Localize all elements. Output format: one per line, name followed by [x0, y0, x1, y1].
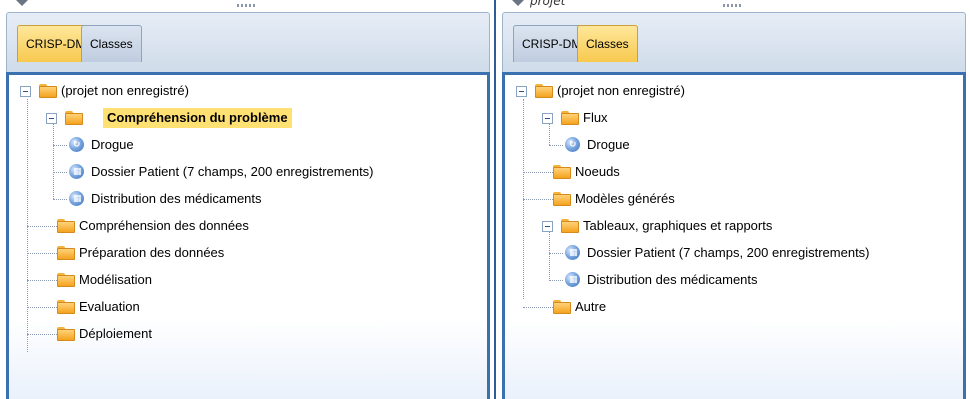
- tree-node-label: Distribution des médicaments: [91, 191, 262, 206]
- table-output-icon: ▦: [69, 191, 84, 206]
- stream-node-icon: ↻: [565, 137, 580, 152]
- tree-connector: [549, 280, 563, 281]
- tab-bar: CRISP-DM Classes: [502, 12, 966, 73]
- tree-connector: [53, 145, 67, 146]
- tree-connector: [53, 199, 67, 200]
- tree-node-label: Dossier Patient (7 champs, 200 enregistr…: [91, 164, 374, 179]
- tree-connector: [27, 280, 57, 281]
- tree-connector: [549, 145, 563, 146]
- folder-icon: [553, 165, 571, 179]
- tree-connector: [53, 119, 54, 199]
- drag-handle-icon[interactable]: [723, 4, 743, 7]
- project-tree: (projet non enregistré) Compréhension du…: [6, 72, 490, 399]
- table-output-icon: ▦: [565, 272, 580, 287]
- tree-node-label: Dossier Patient (7 champs, 200 enregistr…: [587, 245, 870, 260]
- collapse-icon[interactable]: [542, 113, 553, 124]
- tab-classes[interactable]: Classes: [577, 25, 638, 62]
- classes-tree: (projet non enregistré) Flux ↻ Drogue No…: [502, 72, 966, 399]
- tree-connector: [523, 307, 553, 308]
- tree-node-label: Noeuds: [575, 164, 620, 179]
- table-output-icon: ▦: [565, 245, 580, 260]
- tree-node-label: Déploiement: [79, 326, 152, 341]
- tree-node-label: Drogue: [587, 137, 630, 152]
- project-folder-icon: [39, 84, 57, 98]
- tree-connector: [523, 172, 553, 173]
- tree-connector: [27, 334, 57, 335]
- tree-connector: [549, 253, 563, 254]
- tree-node-label: (projet non enregistré): [61, 83, 189, 98]
- folder-icon: [57, 327, 75, 341]
- stream-node-icon: ↻: [69, 137, 84, 152]
- tree-connector: [27, 226, 57, 227]
- collapse-arrow-icon[interactable]: [512, 0, 524, 6]
- folder-icon: [57, 300, 75, 314]
- collapse-icon[interactable]: [20, 86, 31, 97]
- pane-resize-grip[interactable]: [0, 0, 494, 12]
- folder-icon: [57, 219, 75, 233]
- tree-connector: [549, 227, 550, 281]
- project-folder-icon: [535, 84, 553, 98]
- folder-icon: [65, 111, 83, 125]
- collapse-icon[interactable]: [542, 221, 553, 232]
- pane-resize-grip[interactable]: projet: [496, 0, 970, 12]
- tree-node-label: Flux: [583, 110, 608, 125]
- tab-classes[interactable]: Classes: [81, 25, 142, 62]
- tree-connector: [523, 199, 553, 200]
- classes-pane: projet CRISP-DM Classes (projet non enre…: [496, 0, 970, 399]
- tree-node-label: (projet non enregistré): [557, 83, 685, 98]
- pane-splitter[interactable]: [494, 0, 496, 399]
- tree-node-label: Distribution des médicaments: [587, 272, 758, 287]
- crisp-dm-pane: CRISP-DM Classes (projet non enregistré)…: [0, 0, 494, 399]
- folder-icon: [553, 300, 571, 314]
- folder-icon: [553, 192, 571, 206]
- tree-node-label: Préparation des données: [79, 245, 225, 260]
- table-output-icon: ▦: [69, 164, 84, 179]
- tree-node-label: Compréhension du problème: [103, 108, 292, 128]
- tree-connector: [27, 253, 57, 254]
- tree-node-label: Modèles générés: [575, 191, 675, 206]
- collapse-icon[interactable]: [46, 113, 57, 124]
- drag-handle-icon[interactable]: [237, 4, 257, 7]
- tab-bar: CRISP-DM Classes: [6, 12, 490, 73]
- tree-node-label: Tableaux, graphiques et rapports: [583, 218, 773, 233]
- collapse-icon[interactable]: [516, 86, 527, 97]
- pane-caption: projet: [530, 0, 566, 8]
- tree-connector: [27, 307, 57, 308]
- folder-icon: [57, 246, 75, 260]
- tree-node-label: Modélisation: [79, 272, 152, 287]
- tree-node-label: Compréhension des données: [79, 218, 249, 233]
- collapse-arrow-icon[interactable]: [16, 0, 28, 6]
- folder-icon: [561, 111, 579, 125]
- tree-node-label: Evaluation: [79, 299, 140, 314]
- tree-node-label: Autre: [575, 299, 607, 314]
- tree-node-label: Drogue: [91, 137, 134, 152]
- folder-icon: [561, 219, 579, 233]
- tree-connector: [53, 172, 67, 173]
- folder-icon: [57, 273, 75, 287]
